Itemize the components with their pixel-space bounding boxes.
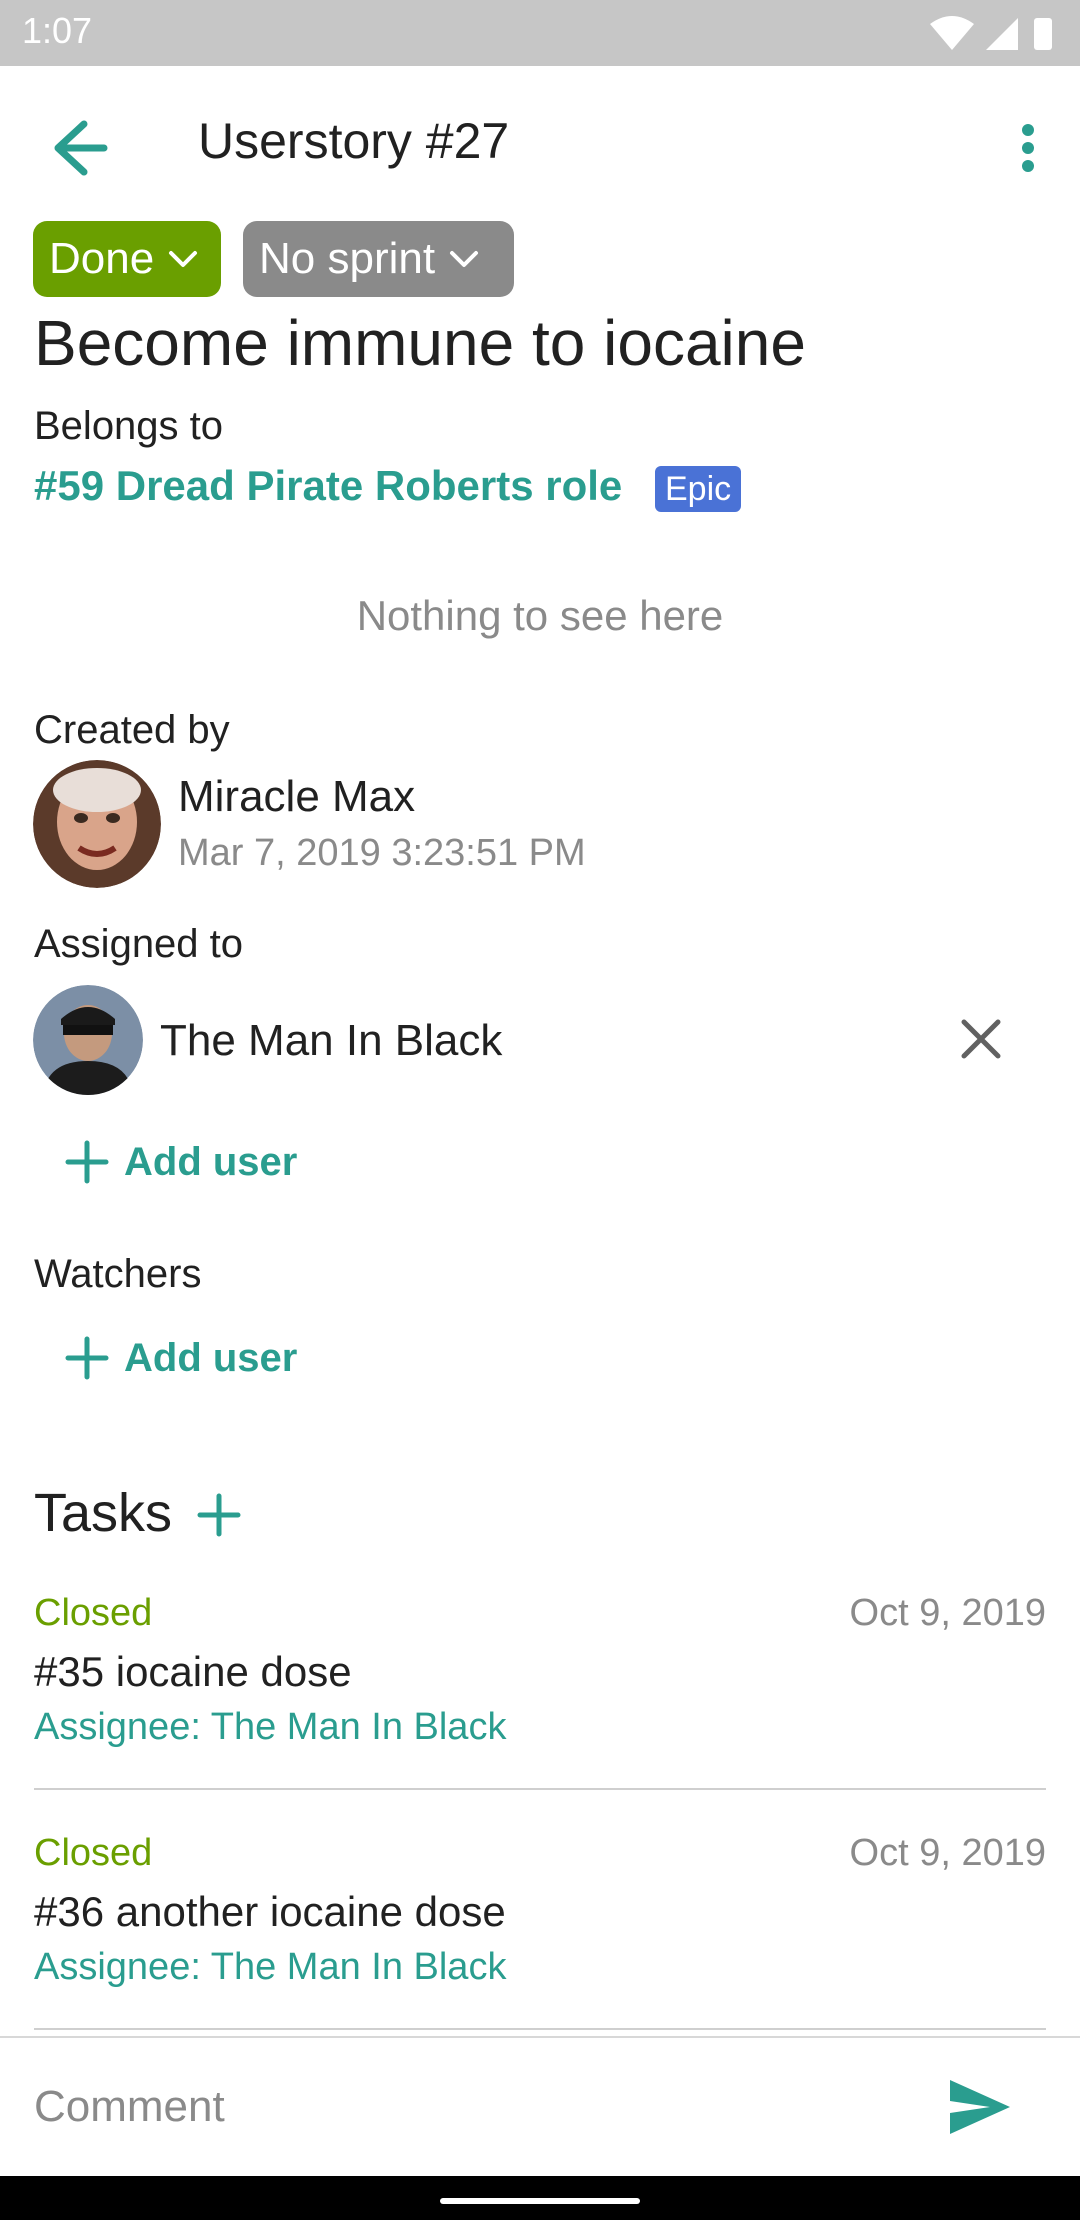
page-title: Userstory #27 <box>198 113 510 169</box>
home-handle[interactable] <box>440 2198 640 2204</box>
arrow-left-icon[interactable] <box>34 110 122 186</box>
wifi-icon <box>930 16 974 50</box>
tasks-heading: Tasks <box>34 1483 173 1543</box>
created-date: Mar 7, 2019 3:23:51 PM <box>178 832 586 874</box>
task-name: #36 another iocaine dose <box>34 1888 506 1935</box>
sprint-dropdown[interactable]: No sprint <box>243 221 514 297</box>
add-user-label: Add user <box>124 1139 298 1184</box>
assignee-name: The Man In Black <box>160 1016 503 1065</box>
signal-icon <box>986 18 1018 50</box>
belongs-to-label: Belongs to <box>34 404 224 448</box>
epic-link[interactable]: #59 Dread Pirate Roberts role <box>34 462 622 510</box>
task-name: #35 iocaine dose <box>34 1648 352 1695</box>
creator-name: Miracle Max <box>178 772 416 821</box>
task-status: Closed <box>34 1592 153 1634</box>
close-icon[interactable] <box>958 1016 1004 1062</box>
description-placeholder[interactable]: Nothing to see here <box>0 592 1080 640</box>
watchers-label: Watchers <box>34 1252 202 1296</box>
status-dropdown[interactable]: Done <box>33 221 221 297</box>
status-bar: 1:07 <box>0 0 1080 66</box>
divider <box>34 1788 1046 1790</box>
add-user-label: Add user <box>124 1335 298 1380</box>
task-date: Oct 9, 2019 <box>849 1832 1046 1874</box>
app-bar: Userstory #27 <box>0 66 1080 224</box>
navigation-bar <box>0 2176 1080 2220</box>
send-icon[interactable] <box>946 2076 1014 2138</box>
comment-bar <box>0 2036 1080 2180</box>
battery-icon <box>1034 18 1052 50</box>
created-by-label: Created by <box>34 708 230 752</box>
add-assignee-button[interactable]: Add user <box>64 1132 297 1192</box>
task-assignee: Assignee: The Man In Black <box>34 1946 507 1988</box>
add-watcher-button[interactable]: Add user <box>64 1328 297 1388</box>
sprint-dropdown-label: No sprint <box>259 234 436 283</box>
status-dropdown-label: Done <box>49 234 155 283</box>
avatar <box>33 760 161 888</box>
chevron-down-icon <box>450 251 479 267</box>
task-status: Closed <box>34 1832 153 1874</box>
task-date: Oct 9, 2019 <box>849 1592 1046 1634</box>
story-title[interactable]: Become immune to iocaine <box>34 306 806 380</box>
divider <box>34 2028 1046 2030</box>
plus-icon <box>65 1336 109 1380</box>
more-vert-icon[interactable] <box>996 110 1060 186</box>
task-assignee: Assignee: The Man In Black <box>34 1706 507 1748</box>
status-time: 1:07 <box>22 10 93 51</box>
epic-badge: Epic <box>655 466 742 512</box>
plus-icon[interactable] <box>196 1492 242 1538</box>
plus-icon <box>65 1140 109 1184</box>
status-icons <box>930 16 1052 50</box>
assigned-to-label: Assigned to <box>34 922 244 966</box>
chevron-down-icon <box>169 251 198 267</box>
avatar <box>33 985 143 1095</box>
comment-input[interactable] <box>34 2072 894 2142</box>
